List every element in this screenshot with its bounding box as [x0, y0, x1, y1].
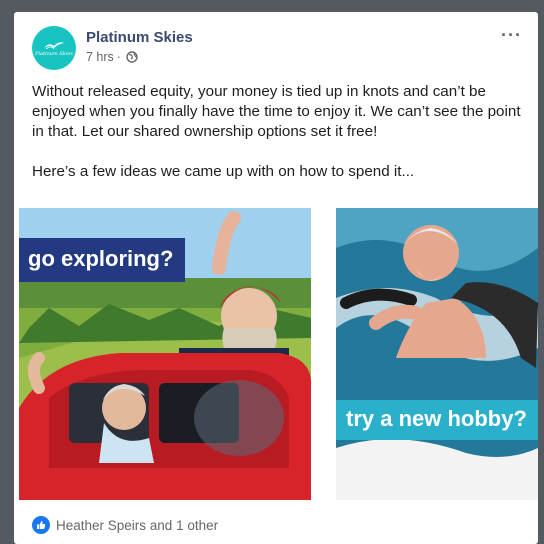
post-card: Platinum Skies Platinum Skies 7 hrs · ··…: [14, 12, 538, 544]
globe-icon[interactable]: [126, 51, 138, 63]
post-paragraph-2: Here’s a few ideas we came up with on ho…: [32, 163, 415, 180]
caption-new-hobby: try a new hobby?: [336, 400, 538, 440]
reactions-text: Heather Speirs and 1 other: [56, 517, 219, 533]
meta-separator: ·: [116, 50, 121, 64]
post-paragraph-1: Without released equity, your money is t…: [32, 83, 521, 140]
post-header: Platinum Skies Platinum Skies 7 hrs · ··…: [32, 26, 522, 72]
avatar-logo-text: Platinum Skies: [35, 50, 73, 57]
page-name-link[interactable]: Platinum Skies: [86, 29, 193, 46]
more-options-icon[interactable]: ···: [501, 26, 522, 44]
post-image-exploring[interactable]: go exploring?: [19, 208, 311, 500]
post-body: Without released equity, your money is t…: [32, 82, 526, 202]
reactions-summary[interactable]: Heather Speirs and 1 other: [32, 516, 218, 534]
jetski-man-illustration: [336, 208, 538, 500]
post-image-hobby[interactable]: try a new hobby?: [336, 208, 538, 500]
wing-logo-icon: [44, 41, 64, 49]
page-avatar[interactable]: Platinum Skies: [32, 26, 76, 70]
like-icon: [32, 516, 50, 534]
post-timestamp[interactable]: 7 hrs: [86, 50, 114, 64]
post-meta: 7 hrs ·: [86, 50, 138, 64]
caption-go-exploring: go exploring?: [19, 238, 186, 282]
